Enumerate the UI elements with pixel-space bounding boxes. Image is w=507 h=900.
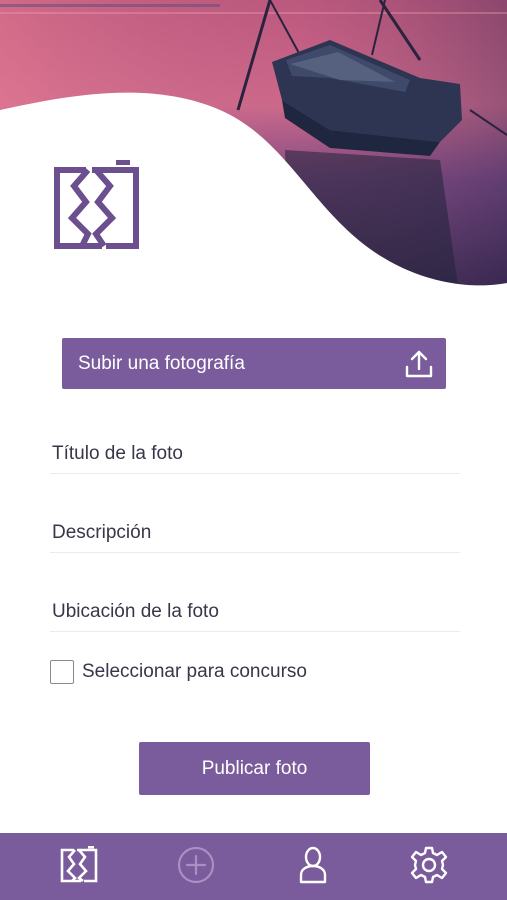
upload-icon — [404, 349, 434, 379]
nav-add-button[interactable] — [176, 845, 216, 890]
upload-photo-button[interactable]: Subir una fotografía — [62, 338, 446, 389]
photo-title-input[interactable] — [50, 434, 460, 473]
bottom-nav — [0, 833, 507, 900]
app-logo — [52, 158, 140, 252]
description-field[interactable] — [50, 513, 460, 553]
publish-photo-button[interactable]: Publicar foto — [139, 742, 370, 795]
location-field[interactable] — [50, 592, 460, 632]
hero-image — [0, 0, 507, 300]
contest-option[interactable]: Seleccionar para concurso — [50, 660, 307, 684]
add-circle-icon — [176, 845, 216, 890]
contest-label: Seleccionar para concurso — [82, 661, 307, 682]
gear-icon — [409, 845, 449, 890]
location-input[interactable] — [50, 592, 460, 631]
photo-title-field[interactable] — [50, 434, 460, 474]
upload-photo-label: Subir una fotografía — [78, 352, 245, 374]
publish-photo-label: Publicar foto — [201, 757, 308, 779]
contest-checkbox[interactable] — [50, 660, 74, 684]
app-logo-icon — [59, 845, 99, 890]
nav-home-button[interactable] — [59, 845, 99, 890]
nav-profile-button[interactable] — [293, 845, 333, 890]
description-input[interactable] — [50, 513, 460, 552]
user-icon — [293, 845, 333, 890]
nav-settings-button[interactable] — [409, 845, 449, 890]
